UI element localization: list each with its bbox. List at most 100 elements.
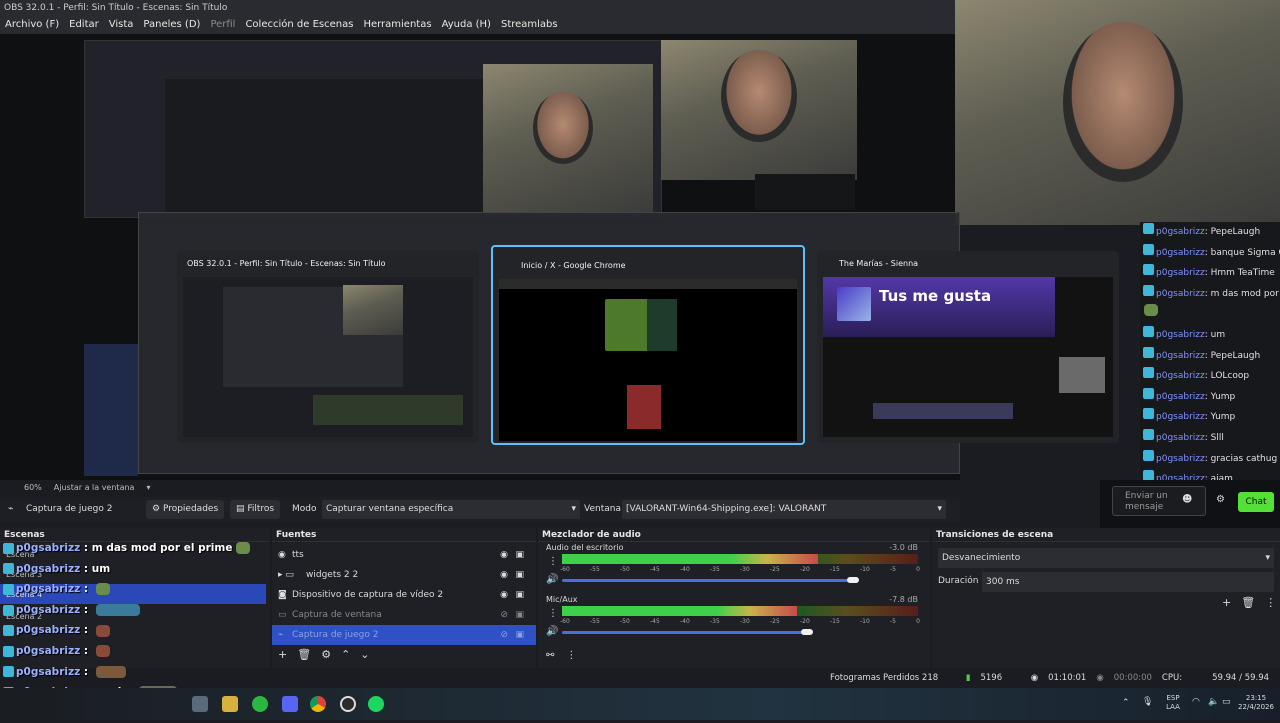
add-icon[interactable]: +: [1222, 596, 1231, 609]
transitions-dock-title: Transiciones de escena: [932, 528, 1280, 542]
meter-tick-label: -55: [590, 618, 600, 625]
menu-editar[interactable]: Editar: [69, 16, 99, 34]
transition-select-value: Desvanecimiento: [942, 553, 1021, 563]
mode-select[interactable]: Capturar ventana específica ▾: [322, 500, 580, 519]
badge-icon: [3, 583, 14, 595]
alttab-window-title: The Marías - Sienna: [839, 259, 919, 268]
gear-icon[interactable]: ⚙: [1216, 494, 1225, 505]
folder-icon[interactable]: [222, 696, 238, 712]
source-item[interactable]: ◙ Dispositivo de captura de vídeo 2 ◉ ▣: [272, 585, 536, 605]
zoom-fit[interactable]: Ajustar a la ventana: [54, 480, 135, 496]
volume-slider[interactable]: [562, 631, 807, 634]
mixer-dock-title: Mezclador de audio: [538, 528, 930, 542]
alttab-window-spotify[interactable]: The Marías - Sienna Tus me gusta: [817, 251, 1119, 443]
meter-tick-label: -15: [830, 566, 840, 573]
emote-icon: [236, 542, 251, 555]
clock[interactable]: 23:15 22/4/2026: [1234, 694, 1278, 712]
add-icon[interactable]: +: [278, 648, 287, 661]
lock-icon[interactable]: ▣: [515, 625, 524, 645]
eye-hidden-icon[interactable]: ⊘: [500, 625, 508, 645]
speaker-icon[interactable]: 🔊: [546, 626, 558, 637]
preview-zoom-bar: 60% Ajustar a la ventana ▾: [0, 480, 1100, 496]
keyboard-language[interactable]: ESP LAA: [1162, 694, 1184, 712]
chevron-up-icon[interactable]: ⌃: [1122, 698, 1130, 708]
emote-icon: [95, 665, 126, 678]
source-item-label: tts: [292, 550, 304, 560]
meter-tick-label: -10: [860, 618, 870, 625]
signal-icon: ▮: [965, 673, 971, 683]
lock-icon[interactable]: ▣: [515, 565, 524, 585]
menu-vista[interactable]: Vista: [109, 16, 134, 34]
eye-icon[interactable]: ◉: [500, 585, 508, 605]
lock-icon[interactable]: ▣: [515, 545, 524, 565]
trash-icon[interactable]: 🗑: [1241, 596, 1255, 609]
channel-db: -7.8 dB: [889, 595, 918, 604]
chat-message: p0gsabrizz: m das mod por el: [1140, 284, 1280, 305]
meter-tick-label: -55: [590, 566, 600, 573]
volume-slider[interactable]: [562, 579, 853, 582]
source-item[interactable]: ▸ ▭ widgets 2 2 ◉ ▣: [272, 565, 536, 585]
meter-tick-label: -10: [860, 566, 870, 573]
menu-archivo[interactable]: Archivo (F): [5, 16, 59, 34]
badge-icon: [1143, 325, 1154, 337]
chrome-icon[interactable]: [310, 696, 326, 712]
trash-icon[interactable]: 🗑: [297, 648, 311, 661]
source-toolbar: ⌁ Captura de juego 2 ⚙ Propiedades ▤ Fil…: [0, 497, 960, 522]
widgets-icon[interactable]: [192, 696, 208, 712]
eye-icon[interactable]: ◉: [500, 545, 508, 565]
gear-icon[interactable]: ⚙: [321, 648, 331, 661]
chat-send-button[interactable]: Chat: [1238, 492, 1274, 512]
source-item[interactable]: ▭ Captura de ventana ⊘ ▣: [272, 605, 536, 625]
emoji-icon[interactable]: ☻: [1182, 494, 1192, 505]
menu-coleccion-escenas[interactable]: Colección de Escenas: [245, 16, 353, 34]
link-icon[interactable]: ⚯: [546, 650, 554, 661]
chevron-up-icon[interactable]: ⌃: [341, 648, 350, 661]
chevron-down-icon[interactable]: ▾: [146, 480, 150, 496]
properties-button[interactable]: ⚙ Propiedades: [146, 500, 225, 519]
volume-slider-handle[interactable]: [846, 577, 859, 583]
emote-icon: [95, 624, 110, 637]
volume-slider-handle[interactable]: [801, 629, 813, 635]
badge-icon: [1143, 243, 1154, 255]
source-item-selected[interactable]: ⌁ Captura de juego 2 ⊘ ▣: [272, 625, 536, 645]
obs-icon[interactable]: [340, 696, 356, 712]
menu-paneles[interactable]: Paneles (D): [143, 16, 200, 34]
whatsapp-icon[interactable]: [252, 696, 268, 712]
duration-input[interactable]: 300 ms: [982, 572, 1274, 592]
sources-dock: Fuentes ◉ tts ◉ ▣ ▸ ▭ widgets 2 2 ◉ ▣ ◙ Disposi…: [272, 528, 536, 668]
battery-icon[interactable]: ▭: [1222, 697, 1231, 707]
menu-perfil[interactable]: Perfil: [210, 16, 235, 34]
lock-icon[interactable]: ▣: [515, 585, 524, 605]
menu-streamlabs[interactable]: Streamlabs: [501, 16, 558, 34]
spotify-icon[interactable]: [368, 696, 384, 712]
more-icon[interactable]: ⋮: [548, 608, 558, 619]
wifi-icon[interactable]: ◠: [1192, 697, 1200, 707]
source-item[interactable]: ◉ tts ◉ ▣: [272, 545, 536, 565]
eye-hidden-icon[interactable]: ⊘: [500, 605, 508, 625]
alttab-window-obs[interactable]: OBS 32.0.1 - Perfil: Sin Título - Escena…: [177, 251, 479, 443]
more-icon[interactable]: ⋮: [548, 556, 558, 567]
chevron-down-icon[interactable]: ⌄: [360, 648, 369, 661]
mic-icon[interactable]: 🎙: [1142, 697, 1153, 707]
badge-icon: [1143, 264, 1154, 276]
window-select[interactable]: [VALORANT-Win64-Shipping.exe]: VALORANT ▾: [622, 500, 946, 519]
zoom-level[interactable]: 60%: [24, 480, 42, 496]
badge-icon: [1143, 223, 1154, 234]
more-icon[interactable]: ⋮: [566, 650, 576, 661]
menu-herramientas[interactable]: Herramientas: [363, 16, 431, 34]
window-select-value: [VALORANT-Win64-Shipping.exe]: VALORANT: [626, 504, 827, 514]
transition-select[interactable]: Desvanecimiento ▾: [938, 548, 1274, 568]
eye-icon[interactable]: ◉: [500, 565, 508, 585]
menu-ayuda[interactable]: Ayuda (H): [442, 16, 491, 34]
filters-button[interactable]: ▤ Filtros: [230, 500, 281, 519]
alttab-window-chrome[interactable]: Inicio / X - Google Chrome: [491, 245, 805, 445]
meter-tick-label: -20: [800, 618, 810, 625]
discord-icon[interactable]: [282, 696, 298, 712]
lock-icon[interactable]: ▣: [515, 605, 524, 625]
more-icon[interactable]: ⋮: [1265, 596, 1276, 609]
speaker-icon[interactable]: 🔊: [546, 574, 558, 585]
selected-source-name: Captura de juego 2: [26, 504, 113, 514]
badge-icon: [3, 542, 14, 554]
volume-icon[interactable]: 🔈: [1208, 697, 1219, 707]
source-item-label: widgets 2 2: [306, 570, 359, 580]
